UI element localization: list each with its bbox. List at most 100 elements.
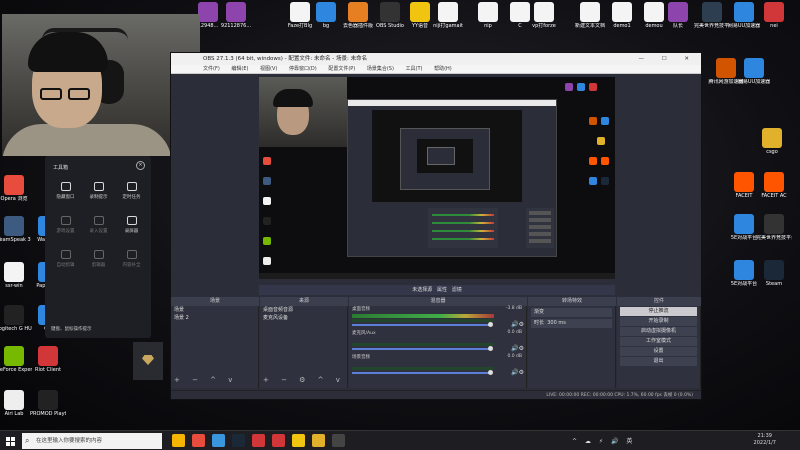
toolbox-item[interactable]: 录屏器 xyxy=(115,216,148,250)
obs-title-bar: OBS 27.1.3 (64 bit, windows) - 配置文件: 未命名… xyxy=(171,53,701,65)
scene-item[interactable]: 场景 2 xyxy=(171,314,258,322)
transition-duration[interactable]: 时长 300 ms xyxy=(531,319,612,328)
speaker-icon[interactable]: 🔊⚙ xyxy=(511,369,524,376)
speaker-icon[interactable]: 🔊⚙ xyxy=(511,345,524,352)
desktop-icon[interactable]: vp打forze xyxy=(526,2,562,29)
toolbox-item[interactable]: 录入设置 xyxy=(82,216,115,250)
mixer-channel: 桌面音频 -3.8 dB 🔊⚙ xyxy=(349,306,526,330)
desktop-icon[interactable]: nei xyxy=(756,2,792,29)
scene-item[interactable]: 场景 xyxy=(171,306,258,314)
settings-button[interactable]: 设置 xyxy=(620,347,697,356)
desktop-icon[interactable]: FACEIT AC xyxy=(756,172,792,199)
desktop-icon[interactable]: Opera 浏览 xyxy=(0,175,32,202)
speaker-icon[interactable]: 🔊⚙ xyxy=(511,321,524,328)
tool-icon xyxy=(93,182,104,191)
properties-button[interactable]: 属性 xyxy=(437,287,447,293)
app-icon xyxy=(226,2,246,22)
desktop-icon[interactable]: Steam xyxy=(756,260,792,287)
desktop-icon[interactable]: Airi Lab xyxy=(0,390,32,417)
clock[interactable]: 21:39 2022/1/7 xyxy=(754,433,776,447)
desktop: 网易Mic腾讯QQQQOpera 浏览TeamSpeak 3Wal Engiss… xyxy=(0,0,800,430)
toolbox-item[interactable]: 隐藏窗口 xyxy=(49,182,82,216)
app-icon xyxy=(612,2,632,22)
folder-icon[interactable] xyxy=(292,434,305,447)
opera-icon[interactable] xyxy=(192,434,205,447)
transition-select[interactable]: 渐变 xyxy=(531,308,612,317)
toolbox-item[interactable]: 自动剪辑 xyxy=(49,250,82,284)
desktop-icon[interactable]: 去色器插件版 xyxy=(340,2,376,29)
stop-streaming-button[interactable]: 停止推流 xyxy=(620,307,697,316)
window-controls[interactable]: — ☐ ✕ xyxy=(638,53,697,65)
start-recording-button[interactable]: 开始录制 xyxy=(620,317,697,326)
start-button[interactable] xyxy=(0,431,22,450)
desktop-icon[interactable]: 网易UU加速器 xyxy=(736,58,772,85)
obs-icon[interactable] xyxy=(332,434,345,447)
csgo-icon[interactable] xyxy=(312,434,325,447)
tool-icon xyxy=(126,250,137,259)
menu-docks[interactable]: 停靠窗口(D) xyxy=(289,66,317,72)
exit-button[interactable]: 退出 xyxy=(620,357,697,366)
desktop-icon[interactable]: niji打gamait xyxy=(430,2,466,29)
obs-window[interactable]: OBS 27.1.3 (64 bit, windows) - 配置文件: 未命名… xyxy=(170,52,702,400)
source-dock-buttons[interactable]: + − ⚙ ^ v xyxy=(263,376,345,384)
source-item[interactable]: 桌面音频音源 xyxy=(260,306,347,314)
desktop-icon[interactable]: GeForce Experience xyxy=(0,346,32,373)
volume-slider[interactable] xyxy=(352,370,493,375)
volume-slider[interactable] xyxy=(352,322,493,327)
taskbar: 在这里输入你要搜索的内容 ^ ☁ ⚡ 🔊 英 21:39 2022/1/7 xyxy=(0,430,800,450)
desktop-icon[interactable]: 新建文本文档 xyxy=(572,2,608,29)
desktop-icon[interactable]: 完美世界竞技平台 xyxy=(694,2,730,29)
netease-music-icon[interactable] xyxy=(252,434,265,447)
scene-dock-buttons[interactable]: + − ^ v xyxy=(174,376,237,384)
desktop-icon[interactable]: 完美世界竞技平台 xyxy=(756,214,792,241)
steam-icon[interactable] xyxy=(232,434,245,447)
toolbox-item[interactable]: 游戏设置 xyxy=(49,216,82,250)
menu-file[interactable]: 文件(F) xyxy=(203,66,220,72)
app-icon xyxy=(764,214,784,234)
desktop-icon[interactable]: TeamSpeak 3 xyxy=(0,216,32,243)
studio-mode-button[interactable]: 工作室模式 xyxy=(620,337,697,346)
controls-dock-title: 控件 xyxy=(617,297,701,306)
obs-preview[interactable] xyxy=(259,77,615,279)
menu-profile[interactable]: 配置文件(P) xyxy=(328,66,355,72)
desktop-icon[interactable]: demo1 xyxy=(604,2,640,29)
toolbox-tip: 键盘、鼠标操作提示 xyxy=(51,327,92,332)
volume-slider[interactable] xyxy=(352,346,493,351)
file-explorer-icon[interactable] xyxy=(172,434,185,447)
riot-icon[interactable] xyxy=(272,434,285,447)
tool-icon xyxy=(126,216,137,225)
edge-icon[interactable] xyxy=(212,434,225,447)
desktop-icon[interactable]: bg xyxy=(308,2,344,29)
toolbox-item[interactable]: 录制提示 xyxy=(82,182,115,216)
toolbox-item[interactable]: 剪辑器 xyxy=(82,250,115,284)
app-icon xyxy=(380,2,400,22)
app-icon xyxy=(4,346,24,366)
desktop-icon[interactable]: ssr-win xyxy=(0,262,32,289)
menu-scene-collection[interactable]: 场景集合(S) xyxy=(367,66,394,72)
menu-edit[interactable]: 编辑(E) xyxy=(231,66,248,72)
desktop-icon[interactable]: PROMOD Playtest xyxy=(30,390,66,417)
source-item[interactable]: 麦克风设备 xyxy=(260,314,347,322)
gem-widget[interactable] xyxy=(133,342,163,380)
close-icon[interactable]: × xyxy=(136,161,145,170)
desktop-icon[interactable]: 队长 xyxy=(660,2,696,29)
desktop-icon[interactable]: Riot Client xyxy=(30,346,66,373)
desktop-icon-label: Riot Client xyxy=(35,367,61,373)
desktop-icon-label: nip xyxy=(484,23,492,29)
desktop-icon[interactable]: nip xyxy=(470,2,506,29)
app-icon xyxy=(4,390,24,410)
system-tray[interactable]: ^ ☁ ⚡ 🔊 英 xyxy=(572,436,635,445)
menu-help[interactable]: 帮助(H) xyxy=(434,66,452,72)
desktop-icon[interactable]: 92112876... xyxy=(218,2,254,29)
toolbox-item[interactable]: 内容补全 xyxy=(115,250,148,284)
desktop-icon[interactable]: Logitech G HUB xyxy=(0,305,32,332)
desktop-icon[interactable]: csgo xyxy=(754,128,790,155)
menu-view[interactable]: 视图(V) xyxy=(260,66,277,72)
app-icon xyxy=(764,260,784,280)
toolbox-item[interactable]: 定时任务 xyxy=(115,182,148,216)
search-input[interactable]: 在这里输入你要搜索的内容 xyxy=(22,433,162,449)
menu-tools[interactable]: 工具(T) xyxy=(406,66,423,72)
mixer-channel-db: 0.0 dB xyxy=(507,330,522,335)
filters-button[interactable]: 滤镜 xyxy=(452,287,462,293)
virtual-camera-button[interactable]: 启动虚拟摄像机 xyxy=(620,327,697,336)
